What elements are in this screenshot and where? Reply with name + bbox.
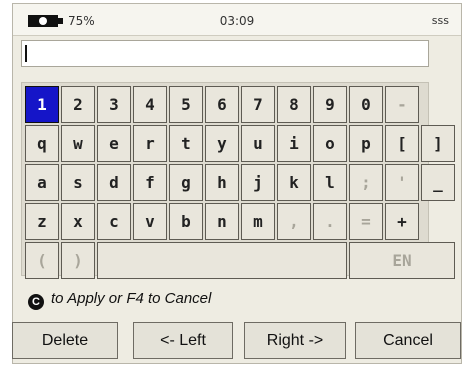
key-8[interactable]: 8 [277,86,311,123]
key-t[interactable]: t [169,125,203,162]
key-minus[interactable]: - [385,86,419,123]
key-right-bracket[interactable]: ] [421,125,455,162]
key-period[interactable]: . [313,203,347,240]
key-g[interactable]: g [169,164,203,201]
key-j[interactable]: j [241,164,275,201]
key-m[interactable]: m [241,203,275,240]
key-apostrophe[interactable]: ' [385,164,419,201]
key-r[interactable]: r [133,125,167,162]
key-2[interactable]: 2 [61,86,95,123]
key-w[interactable]: w [61,125,95,162]
key-p[interactable]: p [349,125,383,162]
key-x[interactable]: x [61,203,95,240]
key-o[interactable]: o [313,125,347,162]
right-button[interactable]: Right -> [244,322,346,359]
key-i[interactable]: i [277,125,311,162]
key-1[interactable]: 1 [25,86,59,123]
key-y[interactable]: y [205,125,239,162]
key-)[interactable]: ) [61,242,95,279]
key-plus[interactable]: + [385,203,419,240]
key-9[interactable]: 9 [313,86,347,123]
key-underscore[interactable]: _ [421,164,455,201]
key-comma[interactable]: , [277,203,311,240]
key-language[interactable]: EN [349,242,455,279]
key-v[interactable]: v [133,203,167,240]
key-b[interactable]: b [169,203,203,240]
key-l[interactable]: l [313,164,347,201]
key-([interactable]: ( [25,242,59,279]
key-6[interactable]: 6 [205,86,239,123]
key-c[interactable]: c [97,203,131,240]
key-semicolon[interactable]: ; [349,164,383,201]
on-screen-keyboard: 1 2 3 4 5 6 7 8 9 0- q w e r t y u i o p[] a s d f g h j k l; ' _z x c v b… [21,82,455,279]
key-d[interactable]: d [97,164,131,201]
hint-text-row: Cto Apply or F4 to Cancel [28,290,211,310]
text-input[interactable] [21,40,429,67]
key-equals[interactable]: = [349,203,383,240]
key-z[interactable]: z [25,203,59,240]
status-bar: 75% 03:09 sss [13,4,461,36]
key-q[interactable]: q [25,125,59,162]
cancel-button[interactable]: Cancel [355,322,461,359]
key-s[interactable]: s [61,164,95,201]
key-0[interactable]: 0 [349,86,383,123]
text-cursor [25,45,27,62]
left-button[interactable]: <- Left [133,322,233,359]
key-left-bracket[interactable]: [ [385,125,419,162]
delete-button[interactable]: Delete [12,322,118,359]
key-f[interactable]: f [133,164,167,201]
key-n[interactable]: n [205,203,239,240]
key-h[interactable]: h [205,164,239,201]
clock: 03:09 [219,14,255,28]
key-5[interactable]: 5 [169,86,203,123]
key-space[interactable] [97,242,347,279]
key-a[interactable]: a [25,164,59,201]
user-name: sss [431,14,449,27]
enter-key-icon: C [28,294,44,310]
key-k[interactable]: k [277,164,311,201]
hint-text: to Apply or F4 to Cancel [51,290,212,307]
key-3[interactable]: 3 [97,86,131,123]
key-7[interactable]: 7 [241,86,275,123]
key-u[interactable]: u [241,125,275,162]
key-e[interactable]: e [97,125,131,162]
key-4[interactable]: 4 [133,86,167,123]
